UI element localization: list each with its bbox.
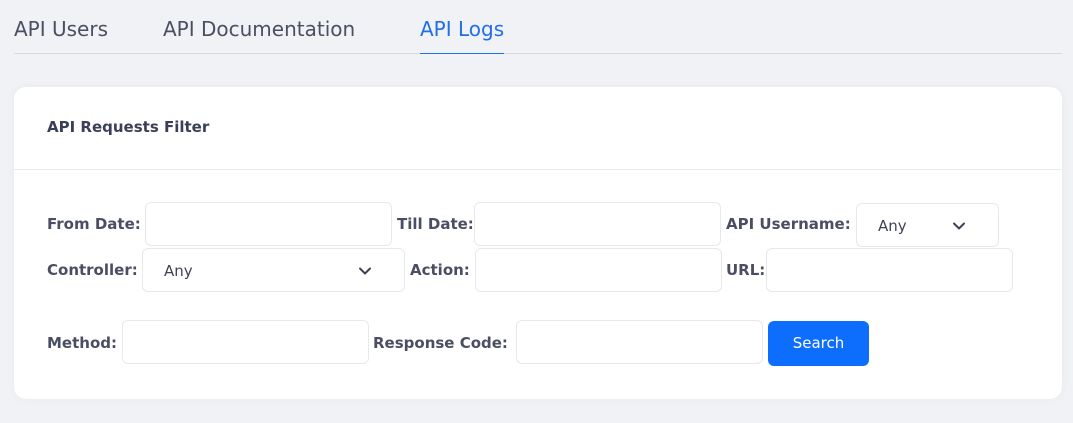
api-username-select[interactable]: Any [856,203,999,247]
tab-bar: API Users API Documentation API Logs [14,0,1062,54]
controller-select[interactable]: Any [142,248,405,292]
card-title: API Requests Filter [47,118,210,136]
response-code-input[interactable] [516,320,763,364]
tab-api-users[interactable]: API Users [14,16,108,53]
api-username-selected-value: Any [878,217,907,235]
response-code-label: Response Code: [373,334,508,352]
chevron-down-icon [359,267,371,275]
method-input[interactable] [122,320,369,364]
from-date-input[interactable] [145,202,392,246]
card-header: API Requests Filter [14,87,1062,170]
url-label: URL: [726,261,766,279]
action-label: Action: [410,261,470,279]
till-date-label: Till Date: [397,215,474,233]
from-date-label: From Date: [47,215,141,233]
tab-api-logs[interactable]: API Logs [420,16,505,54]
search-button[interactable]: Search [768,321,869,366]
method-label: Method: [47,334,117,352]
action-input[interactable] [475,248,722,292]
controller-selected-value: Any [164,262,193,280]
till-date-input[interactable] [474,202,721,246]
controller-label: Controller: [47,261,138,279]
tab-api-documentation[interactable]: API Documentation [163,16,355,53]
chevron-down-icon [953,222,965,230]
url-input[interactable] [766,248,1013,292]
api-username-label: API Username: [726,215,851,233]
